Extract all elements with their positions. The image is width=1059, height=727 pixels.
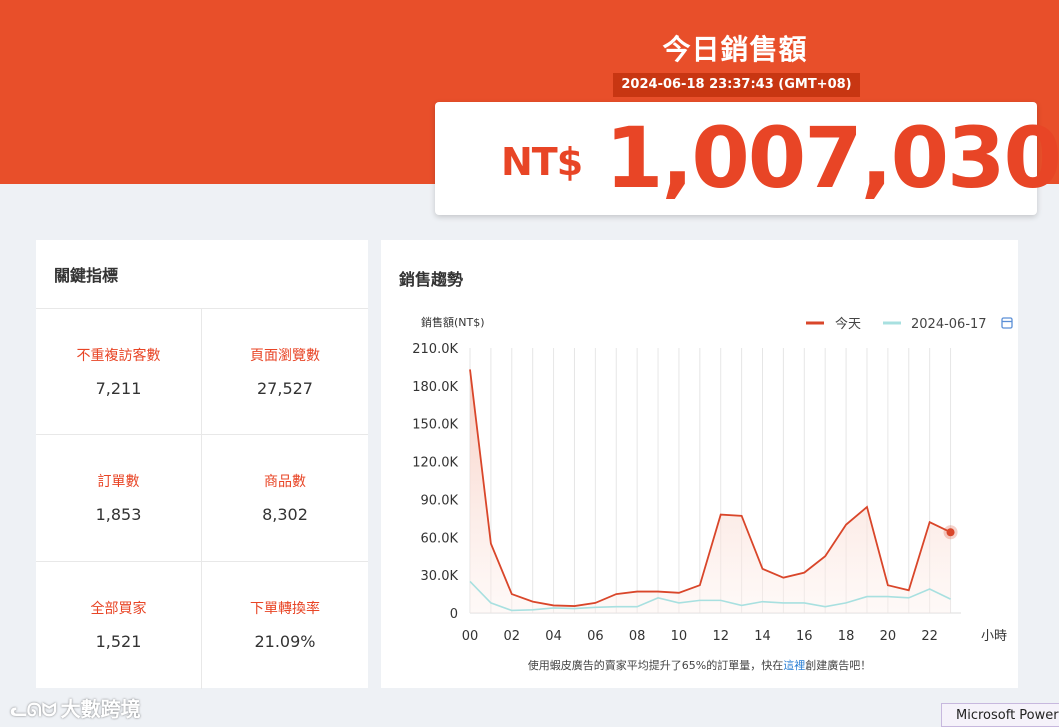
y-tick-label: 60.0K (421, 531, 459, 546)
calendar-frame (1001, 317, 1013, 329)
sales-trend-chart: 0 30.0K 60.0K 90.0K 120.0K 150.0K 180.0K 210.0K… (412, 315, 1013, 644)
footnote-text: 使用蝦皮廣告的賣家平均提升了65%的訂單量，快在 (527, 659, 784, 672)
metric-label: 頁面瀏覽數 (250, 348, 320, 364)
y-tick-label: 90.0K (421, 493, 459, 508)
taskbar-app-button[interactable]: Microsoft PowerPoint (941, 703, 1059, 727)
y-tick-label: 120.0K (412, 456, 458, 471)
current-point-marker (946, 528, 955, 537)
legend-label-2024-06-17: 2024-06-17 (911, 317, 987, 332)
metric-unique-visitors[interactable]: 不重複訪客數 7,211 (36, 309, 202, 435)
ad-promo-footnote: 使用蝦皮廣告的賣家平均提升了65%的訂單量，快在這裡創建廣告吧！ (381, 657, 1018, 673)
y-axis-label: 銷售額(NT$) (421, 315, 485, 329)
x-tick-label: 18 (838, 629, 855, 644)
watermark: ᓚᘏᗢ 大數跨境 (10, 693, 141, 722)
metric-value: 7,211 (95, 379, 142, 398)
sales-trend-card: 銷售趨勢 0 30.0K 60.0K 90.0K 120.0K 150.0K 180.0K 2… (381, 240, 1018, 688)
metric-value: 1,521 (95, 632, 142, 651)
today-area-fill (470, 369, 951, 613)
x-tick-label: 14 (754, 629, 771, 644)
x-tick-label: 10 (671, 629, 688, 644)
metric-label: 不重複訪客數 (76, 348, 161, 364)
metric-label: 全部買家 (90, 601, 147, 617)
x-tick-label: 04 (545, 629, 562, 644)
cat-logo-icon: ᓚᘏᗢ (10, 700, 57, 721)
metric-products[interactable]: 商品數 8,302 (202, 435, 368, 562)
metric-label: 下單轉換率 (250, 601, 320, 617)
x-axis-label: 小時 (981, 629, 1007, 644)
metric-value: 1,853 (95, 505, 142, 524)
metrics-grid: 不重複訪客數 7,211 頁面瀏覽數 27,527 訂單數 1,853 商品數 … (36, 308, 368, 689)
x-tick-label: 06 (587, 629, 604, 644)
metric-conversion-rate[interactable]: 下單轉換率 21.09% (202, 562, 368, 689)
y-tick-label: 30.0K (421, 569, 459, 584)
x-tick-label: 02 (504, 629, 521, 644)
key-metrics-card: 關鍵指標 不重複訪客數 7,211 頁面瀏覽數 27,527 訂單數 1,853… (36, 240, 368, 689)
calendar-icon (1001, 317, 1013, 329)
y-tick-label: 0 (450, 607, 458, 622)
timestamp-badge: 2024-06-18 23:37:43 (GMT+08) (613, 73, 860, 97)
metric-label: 訂單數 (97, 474, 140, 490)
metric-value: 27,527 (257, 379, 313, 398)
x-tick-label: 12 (712, 629, 729, 644)
x-tick-label: 16 (796, 629, 813, 644)
footnote-text-end: 創建廣告吧！ (805, 659, 872, 672)
metric-label: 商品數 (264, 474, 306, 490)
x-tick-label: 22 (921, 629, 938, 644)
metric-orders[interactable]: 訂單數 1,853 (36, 435, 202, 562)
x-tick-label: 00 (462, 629, 479, 644)
legend-label-today: 今天 (835, 316, 861, 332)
metric-page-views[interactable]: 頁面瀏覽數 27,527 (202, 309, 368, 435)
metric-value: 21.09% (254, 632, 316, 651)
sales-currency: NT$ (501, 140, 583, 184)
y-tick-label: 210.0K (412, 342, 458, 357)
sales-total-card: NT$ 1,007,030 (435, 102, 1059, 215)
x-tick-label: 08 (629, 629, 646, 644)
page-title: 今日銷售額 (662, 33, 808, 66)
create-ad-link[interactable]: 這裡 (783, 659, 805, 672)
key-metrics-title: 關鍵指標 (54, 266, 119, 285)
y-tick-label: 150.0K (412, 418, 458, 433)
x-tick-label: 20 (880, 629, 897, 644)
metric-buyers[interactable]: 全部買家 1,521 (36, 562, 202, 689)
watermark-text: 大數跨境 (60, 697, 141, 721)
y-tick-label: 180.0K (412, 380, 458, 395)
metric-value: 8,302 (262, 505, 308, 524)
sales-value: 1,007,030 (605, 109, 1059, 207)
